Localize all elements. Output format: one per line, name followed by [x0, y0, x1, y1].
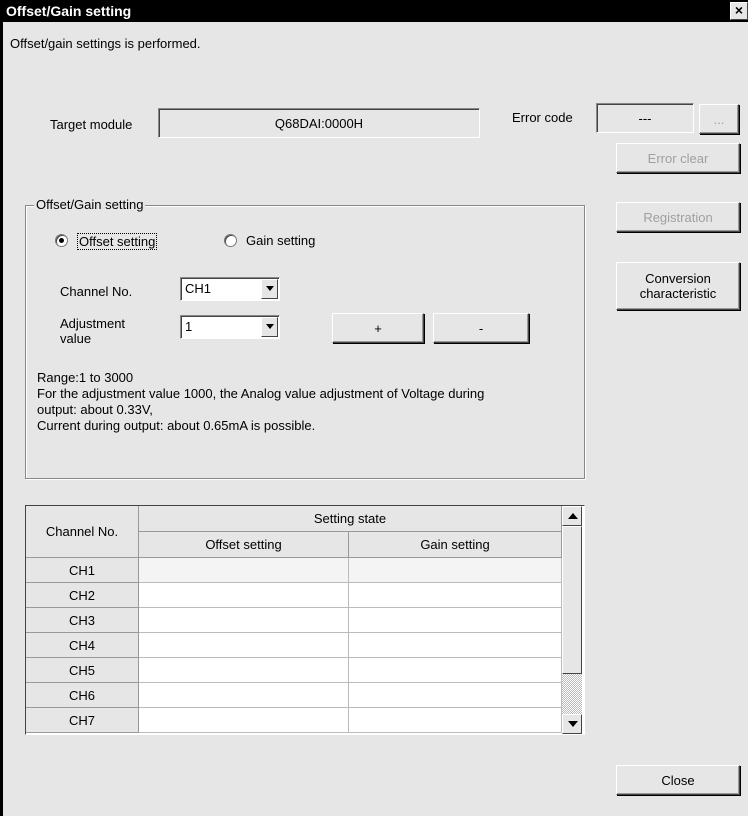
offset-cell[interactable]	[139, 558, 349, 583]
range-line-2: For the adjustment value 1000, the Analo…	[37, 386, 485, 401]
error-code-field: ---	[596, 103, 694, 133]
range-description: Range:1 to 3000 For the adjustment value…	[37, 370, 577, 434]
window-title: Offset/Gain setting	[6, 3, 132, 19]
gain-cell[interactable]	[349, 633, 562, 658]
error-clear-button[interactable]: Error clear	[616, 143, 740, 173]
window-left-border	[0, 22, 3, 816]
adjustment-value-select[interactable]: 1	[180, 315, 280, 339]
offset-cell[interactable]	[139, 683, 349, 708]
gain-cell[interactable]	[349, 708, 562, 733]
gain-cell[interactable]	[349, 608, 562, 633]
gain-setting-label[interactable]: Gain setting	[246, 233, 315, 248]
range-line-4: Current during output: about 0.65mA is p…	[37, 418, 316, 433]
channel-no-value: CH1	[185, 281, 212, 296]
target-module-label: Target module	[50, 117, 133, 132]
offset-cell[interactable]	[139, 658, 349, 683]
chevron-down-icon[interactable]	[261, 279, 278, 299]
gain-cell[interactable]	[349, 558, 562, 583]
adjustment-label-line1: Adjustment	[60, 316, 126, 331]
target-module-field: Q68DAI:0000H	[158, 108, 480, 138]
row-header-ch[interactable]: CH1	[26, 558, 139, 583]
header-setting-state: Setting state	[139, 506, 562, 532]
error-code-label: Error code	[512, 110, 573, 125]
row-header-ch[interactable]: CH3	[26, 608, 139, 633]
adjustment-label-line2: value	[60, 331, 92, 346]
error-code-value: ---	[638, 110, 652, 126]
setting-state-table: Channel No. Setting state Offset setting…	[25, 505, 585, 735]
row-header-ch[interactable]: CH6	[26, 683, 139, 708]
adjustment-value-label: Adjustment value	[60, 316, 125, 346]
close-button[interactable]: Close	[616, 765, 740, 795]
channel-no-label: Channel No.	[60, 284, 133, 299]
range-line-3: output: about 0.33V,	[37, 402, 153, 417]
conversion-button-line1: Conversion	[645, 271, 711, 286]
offset-setting-radio[interactable]	[55, 234, 68, 247]
conversion-button-line2: characteristic	[639, 286, 717, 301]
offset-cell[interactable]	[139, 708, 349, 733]
groupbox-title: Offset/Gain setting	[34, 197, 146, 212]
header-channel-no: Channel No.	[26, 506, 139, 558]
gain-cell[interactable]	[349, 683, 562, 708]
scroll-track[interactable]	[562, 674, 582, 714]
scroll-thumb[interactable]	[562, 526, 582, 674]
row-header-ch[interactable]: CH4	[26, 633, 139, 658]
registration-button[interactable]: Registration	[616, 202, 740, 232]
adjustment-value: 1	[185, 319, 193, 334]
row-header-ch[interactable]: CH7	[26, 708, 139, 733]
gain-cell[interactable]	[349, 583, 562, 608]
channel-no-select[interactable]: CH1	[180, 277, 280, 301]
header-gain-setting: Gain setting	[349, 532, 562, 558]
dialog-window: Offset/Gain setting × Offset/gain settin…	[0, 0, 748, 816]
scroll-down-arrow-icon[interactable]	[562, 714, 582, 734]
offset-cell[interactable]	[139, 633, 349, 658]
header-offset-setting: Offset setting	[139, 532, 349, 558]
range-line-1: Range:1 to 3000	[37, 370, 134, 385]
conversion-characteristic-button[interactable]: Conversion characteristic	[616, 262, 740, 310]
error-code-browse-button[interactable]: ...	[699, 104, 739, 134]
offset-cell[interactable]	[139, 583, 349, 608]
table-vertical-scrollbar[interactable]	[562, 506, 582, 734]
gain-setting-radio[interactable]	[224, 234, 237, 247]
minus-button[interactable]: -	[433, 313, 529, 343]
chevron-down-icon[interactable]	[261, 317, 278, 337]
intro-text: Offset/gain settings is performed.	[10, 36, 201, 51]
row-header-ch[interactable]: CH5	[26, 658, 139, 683]
offset-cell[interactable]	[139, 608, 349, 633]
gain-cell[interactable]	[349, 658, 562, 683]
close-window-button[interactable]: ×	[730, 2, 748, 20]
title-bar[interactable]: Offset/Gain setting ×	[0, 0, 748, 22]
scroll-up-arrow-icon[interactable]	[562, 506, 582, 526]
plus-button[interactable]: +	[332, 313, 424, 343]
row-header-ch[interactable]: CH2	[26, 583, 139, 608]
target-module-value: Q68DAI:0000H	[274, 115, 364, 131]
offset-setting-label[interactable]: Offset setting	[77, 233, 158, 250]
